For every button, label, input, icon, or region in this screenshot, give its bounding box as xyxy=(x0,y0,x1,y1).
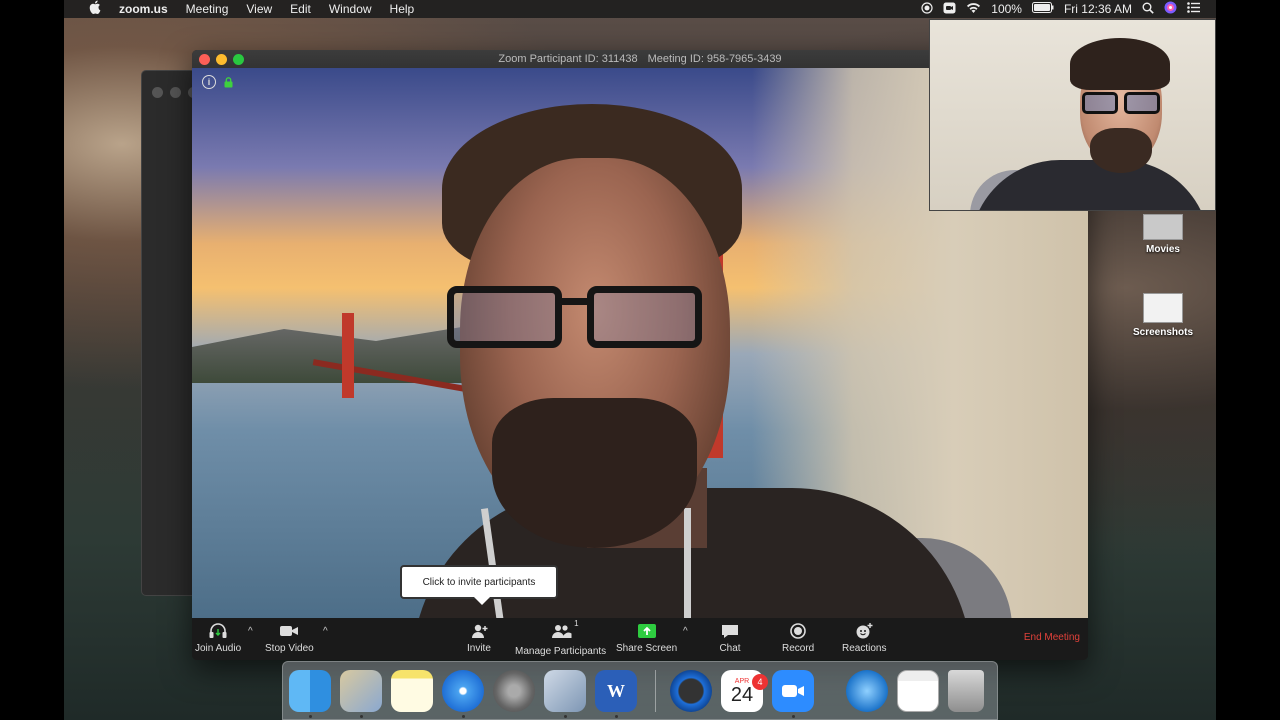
browser-window-icon[interactable] xyxy=(897,670,939,712)
close-window-button[interactable] xyxy=(199,54,210,65)
hoodie-cord xyxy=(684,508,691,618)
glasses-lens xyxy=(587,286,702,348)
word-icon[interactable]: W xyxy=(595,670,637,712)
calendar-badge: 4 xyxy=(752,674,768,690)
system-preferences-icon[interactable] xyxy=(493,670,535,712)
menu-edit[interactable]: Edit xyxy=(281,0,320,18)
calendar-day: 24 xyxy=(730,683,754,706)
chat-button[interactable]: Chat xyxy=(719,622,741,654)
chat-label: Chat xyxy=(719,643,741,654)
encryption-lock-icon[interactable] xyxy=(224,77,233,88)
running-indicator xyxy=(462,715,465,718)
self-body xyxy=(970,160,1210,210)
person-beard xyxy=(492,398,697,548)
menu-help[interactable]: Help xyxy=(381,0,424,18)
apple-menu-icon[interactable] xyxy=(80,0,110,19)
maximize-window-button[interactable] xyxy=(233,54,244,65)
siri-icon[interactable] xyxy=(1164,1,1177,17)
video-bg-bridge-tower xyxy=(342,313,354,398)
chat-bubble-icon xyxy=(722,625,738,638)
dock-separator xyxy=(655,670,656,712)
screenshots-thumbnail-icon xyxy=(1143,293,1183,323)
glasses-bridge xyxy=(560,298,590,305)
stop-video-label: Stop Video xyxy=(265,643,314,654)
dock: W APR 24 4 xyxy=(282,661,998,720)
manage-participants-button[interactable]: 1 Manage Participants xyxy=(515,619,607,657)
notes-icon[interactable] xyxy=(391,670,433,712)
quicktime-icon[interactable] xyxy=(670,670,712,712)
audio-options-caret-icon[interactable]: ^ xyxy=(248,626,253,637)
meeting-info-icon[interactable]: i xyxy=(202,75,216,89)
desktop-icon-screenshots[interactable]: Screenshots xyxy=(1123,293,1203,338)
record-status-icon[interactable] xyxy=(921,1,933,17)
join-audio-label: Join Audio xyxy=(195,643,242,654)
add-reaction-icon xyxy=(856,623,873,639)
safari-icon[interactable] xyxy=(442,670,484,712)
mail-icon[interactable] xyxy=(340,670,382,712)
running-indicator xyxy=(309,715,312,718)
battery-percent[interactable]: 100% xyxy=(991,2,1022,16)
share-screen-icon xyxy=(637,624,656,638)
running-indicator xyxy=(360,715,363,718)
finder-icon[interactable] xyxy=(289,670,331,712)
headphones-icon xyxy=(209,623,227,638)
end-meeting-button[interactable]: End Meeting xyxy=(1024,632,1080,643)
notification-center-icon[interactable] xyxy=(1187,2,1200,16)
running-indicator xyxy=(564,715,567,718)
video-options-caret-icon[interactable]: ^ xyxy=(323,626,328,637)
reactions-button[interactable]: Reactions xyxy=(842,622,886,654)
running-indicator xyxy=(792,715,795,718)
menu-meeting[interactable]: Meeting xyxy=(177,0,238,18)
menu-view[interactable]: View xyxy=(237,0,281,18)
video-camera-icon xyxy=(280,626,299,636)
inactive-traffic-light xyxy=(152,87,163,98)
self-glasses-lens xyxy=(1082,92,1118,114)
add-person-icon xyxy=(471,624,488,638)
movies-folder-icon xyxy=(1143,214,1183,240)
record-icon xyxy=(790,623,806,639)
participants-count: 1 xyxy=(574,619,579,628)
desktop-icon-label: Screenshots xyxy=(1132,327,1194,338)
window-title: Zoom Participant ID: 311438 Meeting ID: … xyxy=(498,53,781,65)
meeting-id: Meeting ID: 958-7965-3439 xyxy=(647,53,782,65)
glasses-lens xyxy=(447,286,562,348)
invite-tooltip: Click to invite participants xyxy=(400,565,558,605)
record-label: Record xyxy=(782,643,815,654)
join-audio-button[interactable]: Join Audio xyxy=(195,622,241,654)
self-glasses-lens xyxy=(1124,92,1160,114)
menu-bar: zoom.us Meeting View Edit Window Help 10… xyxy=(64,0,1216,18)
manage-participants-label: Manage Participants xyxy=(515,646,607,657)
zoom-menubar-icon[interactable] xyxy=(943,2,956,17)
desktop-icon-movies[interactable]: Movies xyxy=(1123,214,1203,255)
desktop-icon-label: Movies xyxy=(1146,244,1180,255)
clock[interactable]: Fri 12:36 AM xyxy=(1064,2,1132,16)
preview-icon[interactable] xyxy=(544,670,586,712)
self-hair xyxy=(1070,38,1170,90)
menu-window[interactable]: Window xyxy=(320,0,381,18)
self-beard xyxy=(1090,128,1152,173)
participants-icon xyxy=(551,625,572,638)
running-indicator xyxy=(615,715,618,718)
menu-app-name[interactable]: zoom.us xyxy=(110,0,177,18)
minimize-window-button[interactable] xyxy=(216,54,227,65)
record-button[interactable]: Record xyxy=(782,622,814,654)
share-screen-button[interactable]: Share Screen xyxy=(616,622,677,654)
spotlight-search-icon[interactable] xyxy=(1142,2,1154,17)
stop-video-button[interactable]: Stop Video xyxy=(265,622,314,654)
share-options-caret-icon[interactable]: ^ xyxy=(683,626,688,637)
battery-icon xyxy=(1031,2,1054,16)
trash-icon[interactable] xyxy=(948,670,984,712)
globe-icon[interactable] xyxy=(846,670,888,712)
share-screen-label: Share Screen xyxy=(616,643,678,654)
participant-id: Zoom Participant ID: 311438 xyxy=(498,53,638,65)
inactive-traffic-light xyxy=(170,87,181,98)
wifi-icon[interactable] xyxy=(966,2,981,17)
self-view-video[interactable] xyxy=(929,19,1216,211)
meeting-toolbar: Join Audio ^ Stop Video ^ Invite 1 Manag… xyxy=(192,618,1088,660)
invite-label: Invite xyxy=(467,643,491,654)
zoom-icon[interactable] xyxy=(772,670,814,712)
invite-button[interactable]: Invite xyxy=(467,622,491,654)
reactions-label: Reactions xyxy=(842,643,887,654)
calendar-icon[interactable]: APR 24 4 xyxy=(721,670,768,712)
